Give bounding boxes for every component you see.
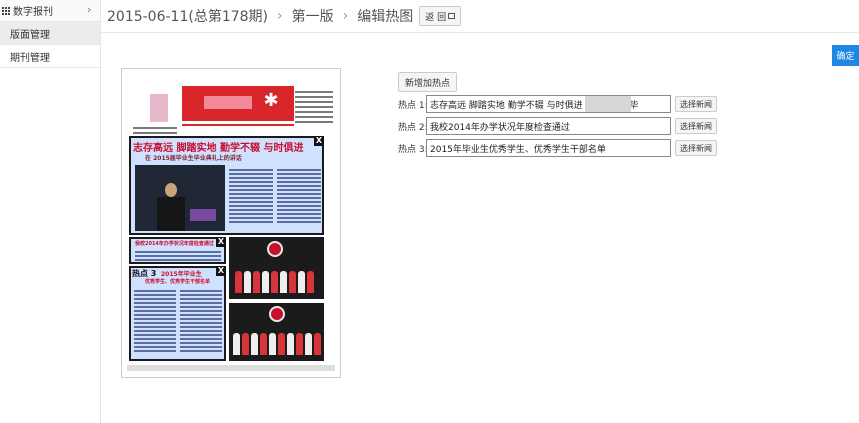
page-title: 编辑热图 — [357, 9, 414, 25]
hotspot-3-headline: 2015年毕业生 — [161, 271, 202, 278]
hotspot-2-headline: 我校2014年办学状况年度检查通过 — [135, 241, 214, 247]
hotspot-1-text — [277, 167, 321, 225]
confirm-button[interactable]: 确定 — [832, 45, 859, 66]
sidebar-header[interactable]: 数字报刊 — [0, 0, 100, 22]
hotspot-1-title-input[interactable]: 志存高远 脚踏实地 勤学不辍 与时俱进 在 2015届毕 — [426, 95, 671, 113]
hotspot-3-select-news-button[interactable]: 选择新闻 — [675, 140, 717, 156]
hotspot-2-label: 热点 2: — [398, 122, 428, 133]
redacted-logo — [150, 94, 168, 122]
hotspot-1-photo — [135, 165, 225, 231]
masthead-rule — [182, 124, 294, 126]
grid-icon — [2, 6, 10, 15]
hotspot-1-subheadline: 在 2015届毕业生毕业典礼上的讲话 — [145, 155, 242, 162]
hotspot-2-title-input[interactable]: 我校2014年办学状况年度检查通过 — [426, 117, 671, 135]
newspaper-page: ✱ 志存高远 脚踏实地 勤学不辍 与时俱进 在 2015届毕业生毕业典礼上的讲话… — [127, 74, 335, 371]
redacted-title — [204, 96, 252, 109]
back-button[interactable]: 返 回 — [419, 6, 462, 26]
hotspot-1-label: 热点 1: — [398, 100, 428, 111]
back-button-label: 返 回 — [425, 12, 447, 23]
stage-logo-icon — [267, 241, 283, 257]
breadcrumb-separator-icon: › — [277, 8, 283, 24]
breadcrumb: 2015-06-11(总第178期) › 第一版 › 编辑热图 返 回 — [101, 0, 859, 33]
hotspot-row-1: 热点 1: 志存高远 脚踏实地 勤学不辍 与时俱进 在 2015届毕 选择新闻 — [398, 95, 717, 113]
hotspot-1-select-news-button[interactable]: 选择新闻 — [675, 96, 717, 112]
chevron-right-icon[interactable]: › — [87, 3, 91, 16]
masthead-sidebar-text — [295, 88, 333, 128]
sidebar-item-label: 版面管理 — [10, 29, 50, 41]
hotspot-3-title-input[interactable]: 2015年毕业生优秀学生、优秀学生干部名单 — [426, 139, 671, 157]
hotspot-3-text — [180, 288, 222, 354]
hotspot-1-remove-button[interactable]: X — [314, 136, 324, 146]
masthead-emblem-icon: ✱ — [263, 90, 279, 111]
app-root: 数字报刊 › 版面管理 期刊管理 2015-06-11(总第178期) › 第一… — [0, 0, 859, 423]
masthead-banner: ✱ — [182, 86, 294, 121]
hotspot-3-text — [134, 288, 176, 354]
hotspot-2-text — [135, 249, 221, 263]
stage-logo-icon — [269, 306, 285, 322]
graduation-photo-bottom — [229, 303, 324, 361]
hotspot-3[interactable]: 热点 3 2015年毕业生 优秀学生、优秀学生干部名单 X — [129, 266, 226, 361]
newspaper-preview: ✱ 志存高远 脚踏实地 勤学不辍 与时俱进 在 2015届毕业生毕业典礼上的讲话… — [121, 68, 341, 378]
sidebar: 数字报刊 › 版面管理 期刊管理 — [0, 0, 101, 423]
hotspot-2-select-news-button[interactable]: 选择新闻 — [675, 118, 717, 134]
hotspot-3-label: 热点 3: — [398, 144, 428, 155]
sidebar-item-layout-management[interactable]: 版面管理 — [0, 22, 100, 45]
add-hotspot-button[interactable]: 新增加热点 — [398, 72, 457, 92]
breadcrumb-separator-icon: › — [342, 8, 349, 24]
hotspot-1[interactable]: 志存高远 脚踏实地 勤学不辍 与时俱进 在 2015届毕业生毕业典礼上的讲话 X — [129, 136, 324, 235]
hotspot-2[interactable]: 我校2014年办学状况年度检查通过 X — [129, 237, 226, 264]
sidebar-item-issue-management[interactable]: 期刊管理 — [0, 45, 100, 68]
return-icon — [448, 13, 456, 19]
graduation-photo-top — [229, 237, 324, 299]
sidebar-header-label: 数字报刊 — [13, 7, 53, 18]
hotspot-1-text — [229, 167, 273, 225]
hotspot-2-remove-button[interactable]: X — [216, 237, 226, 247]
page-footer — [127, 365, 335, 371]
hotspot-1-headline: 志存高远 脚踏实地 勤学不辍 与时俱进 — [133, 143, 304, 154]
hotspot-row-2: 热点 2: 我校2014年办学状况年度检查通过 选择新闻 — [398, 117, 717, 135]
hotspot-3-remove-button[interactable]: X — [216, 266, 226, 276]
breadcrumb-issue[interactable]: 2015-06-11(总第178期) — [107, 6, 268, 26]
sidebar-item-label: 期刊管理 — [10, 52, 50, 64]
hotspot-3-subheadline: 优秀学生、优秀学生干部名单 — [145, 279, 211, 285]
breadcrumb-page[interactable]: 第一版 — [292, 6, 334, 26]
redacted-text — [585, 96, 631, 112]
hotspot-row-3: 热点 3: 2015年毕业生优秀学生、优秀学生干部名单 选择新闻 — [398, 139, 717, 157]
masthead-info — [131, 76, 179, 136]
